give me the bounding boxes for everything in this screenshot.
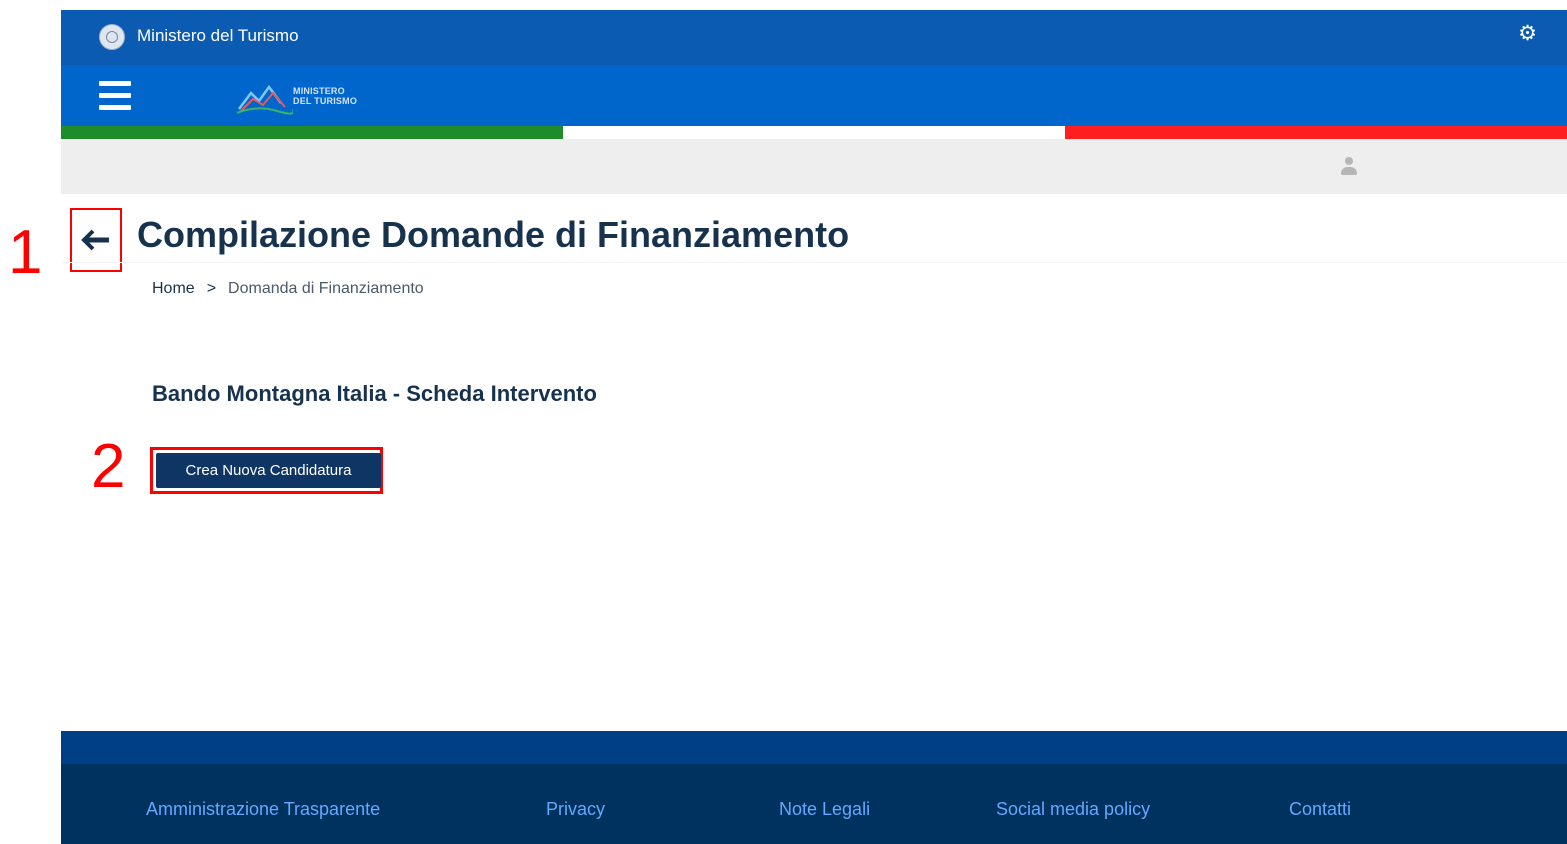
footer: Amministrazione Trasparente Privacy Note… <box>61 764 1567 844</box>
page-title: Compilazione Domande di Finanziamento <box>137 214 850 255</box>
footer-link-note-legali[interactable]: Note Legali <box>779 799 870 820</box>
flag-green <box>61 126 563 139</box>
footer-link-privacy[interactable]: Privacy <box>546 799 605 820</box>
footer-link-contatti[interactable]: Contatti <box>1289 799 1351 820</box>
footer-link-amministrazione-trasparente[interactable]: Amministrazione Trasparente <box>146 799 380 820</box>
footer-link-social-media-policy[interactable]: Social media policy <box>996 799 1150 820</box>
republic-emblem-icon <box>99 24 125 50</box>
gear-icon[interactable]: ⚙ <box>1518 23 1537 45</box>
breadcrumb-separator: > <box>206 280 217 297</box>
flag-red <box>1065 126 1567 139</box>
breadcrumb-current: Domanda di Finanziamento <box>228 280 424 297</box>
arrow-left-icon <box>81 229 109 251</box>
logo-text-line1: MINISTERO <box>293 86 345 96</box>
callout-number-1: 1 <box>8 218 43 287</box>
section-title: Bando Montagna Italia - Scheda Intervent… <box>152 381 597 406</box>
ministry-logo[interactable]: MINISTERO DEL TURISMO <box>236 79 377 119</box>
breadcrumb-home-link[interactable]: Home <box>152 280 195 297</box>
footer-top-band <box>61 731 1567 764</box>
flag-stripe <box>61 126 1567 139</box>
logo-mountain-icon <box>236 84 295 115</box>
user-bar <box>61 139 1567 194</box>
flag-white <box>563 126 1065 139</box>
annotation-frame-2: Crea Nuova Candidatura <box>150 447 383 494</box>
create-candidacy-button[interactable]: Crea Nuova Candidatura <box>156 453 381 488</box>
logo-text-line2: DEL TURISMO <box>293 96 358 106</box>
title-divider <box>61 262 1567 263</box>
breadcrumb: Home > Domanda di Finanziamento <box>152 280 424 298</box>
ministry-name-link[interactable]: Ministero del Turismo <box>137 26 299 46</box>
header: MINISTERO DEL TURISMO <box>61 65 1567 126</box>
page: Ministero del Turismo ⚙ MINISTERO DEL TU… <box>61 10 1567 844</box>
user-icon[interactable] <box>1341 157 1357 177</box>
top-bar: Ministero del Turismo ⚙ <box>61 10 1567 65</box>
hamburger-icon[interactable] <box>99 81 131 111</box>
